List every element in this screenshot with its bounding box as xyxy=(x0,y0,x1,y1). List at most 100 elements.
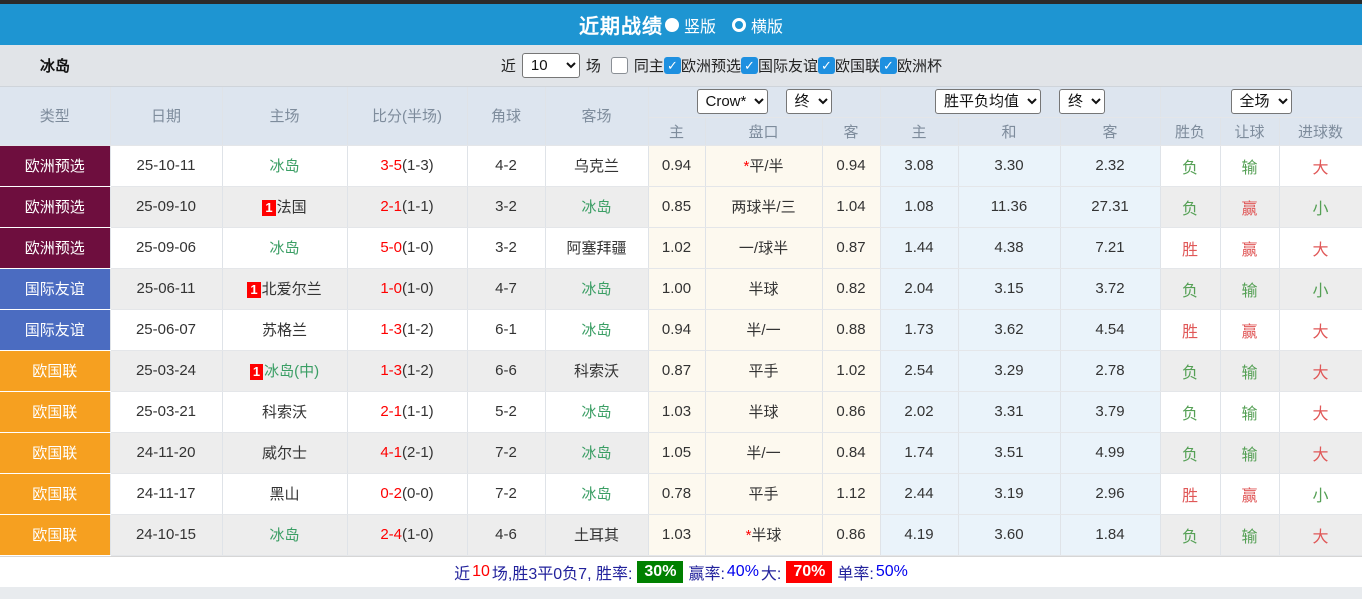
match-count-select[interactable]: 10 xyxy=(521,53,580,78)
table-row: 欧国联 24-11-20 威尔士 4-1(2-1) 7-2 冰岛 1.05 半/一 0.84 1.… xyxy=(0,432,1362,474)
cell-handicap-result: 输 xyxy=(1220,391,1280,433)
cell-corners: 3-2 xyxy=(467,186,546,228)
page-title: 近期战绩 xyxy=(578,16,663,38)
mode-vertical-option[interactable]: 竖版 xyxy=(664,13,716,37)
cell-handicap-result: 输 xyxy=(1220,432,1280,474)
same-home-checkbox[interactable] xyxy=(610,57,628,74)
summary-segment: 10 xyxy=(472,562,490,580)
col-header-corner: 角球 xyxy=(467,87,546,146)
near-label: 近 xyxy=(500,58,516,75)
cell-goals-result: 小 xyxy=(1279,473,1362,515)
cell-corners: 4-6 xyxy=(467,514,546,556)
summary-segment: 70% xyxy=(786,560,833,583)
cell-away-team: 土耳其 xyxy=(545,514,649,556)
cell-handicap-result: 赢 xyxy=(1220,186,1280,228)
cell-result: 负 xyxy=(1160,514,1221,556)
comp-checkbox-0[interactable] xyxy=(663,57,681,74)
asterisk-marker: * xyxy=(743,158,750,175)
cell-date: 25-09-06 xyxy=(110,227,223,269)
cell-home-team: 黑山 xyxy=(222,473,348,515)
cell-handicap-result: 赢 xyxy=(1220,227,1280,269)
cell-corners: 7-2 xyxy=(467,473,546,515)
cell-avg-home: 1.74 xyxy=(880,432,959,474)
cell-score: 1-3(1-2) xyxy=(347,350,468,392)
comp-checkbox-3[interactable] xyxy=(879,57,897,74)
cell-avg-away: 2.78 xyxy=(1060,350,1161,392)
cell-type: 欧国联 xyxy=(0,432,111,474)
summary-segment: 50% xyxy=(875,562,908,580)
cell-home-team: 冰岛 xyxy=(222,514,348,556)
cell-away-team: 冰岛 xyxy=(545,432,649,474)
cell-type: 欧洲预选 xyxy=(0,145,111,187)
cell-handicap: 平手 xyxy=(705,473,823,515)
cell-odds-home: 1.05 xyxy=(648,432,706,474)
cell-odds-away: 0.82 xyxy=(822,268,881,310)
cell-type: 欧国联 xyxy=(0,391,111,433)
avg-type-select[interactable]: 胜平负均值 xyxy=(935,89,1042,115)
team-name: 冰岛 xyxy=(40,58,71,75)
radio-selected-icon[interactable] xyxy=(664,17,679,32)
cell-type: 国际友谊 xyxy=(0,309,111,351)
cell-date: 24-11-20 xyxy=(110,432,223,474)
cell-goals-result: 大 xyxy=(1279,309,1362,351)
subheader-goals: 进球数 xyxy=(1279,117,1362,146)
cell-odds-away: 0.94 xyxy=(822,145,881,187)
table-row: 欧洲预选 25-10-11 冰岛 3-5(1-3) 4-2 乌克兰 0.94 *平/半 0.94… xyxy=(0,145,1362,187)
cell-away-team: 阿塞拜疆 xyxy=(545,227,649,269)
cell-avg-home: 3.08 xyxy=(880,145,959,187)
cell-corners: 4-2 xyxy=(467,145,546,187)
cell-goals-result: 小 xyxy=(1279,186,1362,228)
cell-score: 2-1(1-1) xyxy=(347,391,468,433)
cell-odds-home: 0.78 xyxy=(648,473,706,515)
cell-goals-result: 大 xyxy=(1279,227,1362,269)
cell-odds-home: 1.03 xyxy=(648,391,706,433)
cell-handicap: 两球半/三 xyxy=(705,186,823,228)
cell-result: 负 xyxy=(1160,268,1221,310)
cell-away-team: 乌克兰 xyxy=(545,145,649,187)
cell-result: 负 xyxy=(1160,432,1221,474)
cell-odds-home: 0.94 xyxy=(648,145,706,187)
bookmaker-select[interactable]: Crow* xyxy=(696,89,768,115)
cell-avg-draw: 3.60 xyxy=(958,514,1061,556)
scope-select[interactable]: 全场 xyxy=(1230,89,1292,115)
subheader-handicap-result: 让球 xyxy=(1220,117,1280,146)
cell-away-team: 科索沃 xyxy=(545,350,649,392)
subheader-avg-draw: 和 xyxy=(958,117,1061,146)
odds-stage-select[interactable]: 终 xyxy=(785,89,832,115)
cell-avg-away: 4.54 xyxy=(1060,309,1161,351)
cell-date: 24-11-17 xyxy=(110,473,223,515)
results-table: 类型 日期 主场 比分(半场) 角球 客场 Crow* 终 胜平负均值 终 全场 xyxy=(0,87,1362,556)
table-row: 欧洲预选 25-09-10 1 法国 2-1(1-1) 3-2 冰岛 0.85 两球半/三 1.0… xyxy=(0,186,1362,228)
cell-odds-away: 0.84 xyxy=(822,432,881,474)
cell-result: 负 xyxy=(1160,145,1221,187)
cell-odds-home: 0.94 xyxy=(648,309,706,351)
cell-score: 2-1(1-1) xyxy=(347,186,468,228)
cell-type: 欧洲预选 xyxy=(0,227,111,269)
summary-segment: 场,胜3平0负7, 胜率: xyxy=(491,565,633,583)
mode-horizontal-option[interactable]: 横版 xyxy=(718,13,783,37)
cell-home-team: 1 法国 xyxy=(222,186,348,228)
comp-checkbox-1[interactable] xyxy=(740,57,758,74)
cell-away-team: 冰岛 xyxy=(545,309,649,351)
filter-controls: 近 10 场 同主 欧洲预选 国际友谊 欧国联 欧洲杯 xyxy=(501,53,942,78)
cell-score: 2-4(1-0) xyxy=(347,514,468,556)
col-header-home: 主场 xyxy=(222,87,348,146)
cell-avg-home: 1.08 xyxy=(880,186,959,228)
summary-bar: 近 10 场,胜3平0负7, 胜率: 30% 赢率: 40% 大: 70% 单率: 50% xyxy=(0,555,1362,587)
cell-handicap-result: 赢 xyxy=(1220,473,1280,515)
cell-avg-away: 7.21 xyxy=(1060,227,1161,269)
cell-result: 胜 xyxy=(1160,227,1221,269)
table-row: 欧国联 25-03-21 科索沃 2-1(1-1) 5-2 冰岛 1.03 半球 0.86 2.0… xyxy=(0,391,1362,433)
cell-goals-result: 大 xyxy=(1279,350,1362,392)
cell-date: 25-03-24 xyxy=(110,350,223,392)
cell-handicap: *半球 xyxy=(705,514,823,556)
subheader-odds-away: 客 xyxy=(822,117,881,146)
radio-unselected-icon[interactable] xyxy=(732,17,746,32)
cell-home-team: 1 北爱尔兰 xyxy=(222,268,348,310)
cell-away-team: 冰岛 xyxy=(545,268,649,310)
cell-handicap: 平手 xyxy=(705,350,823,392)
avg-stage-select[interactable]: 终 xyxy=(1059,89,1106,115)
comp-checkbox-2[interactable] xyxy=(817,57,835,74)
cell-avg-home: 1.73 xyxy=(880,309,959,351)
cell-avg-away: 27.31 xyxy=(1060,186,1161,228)
